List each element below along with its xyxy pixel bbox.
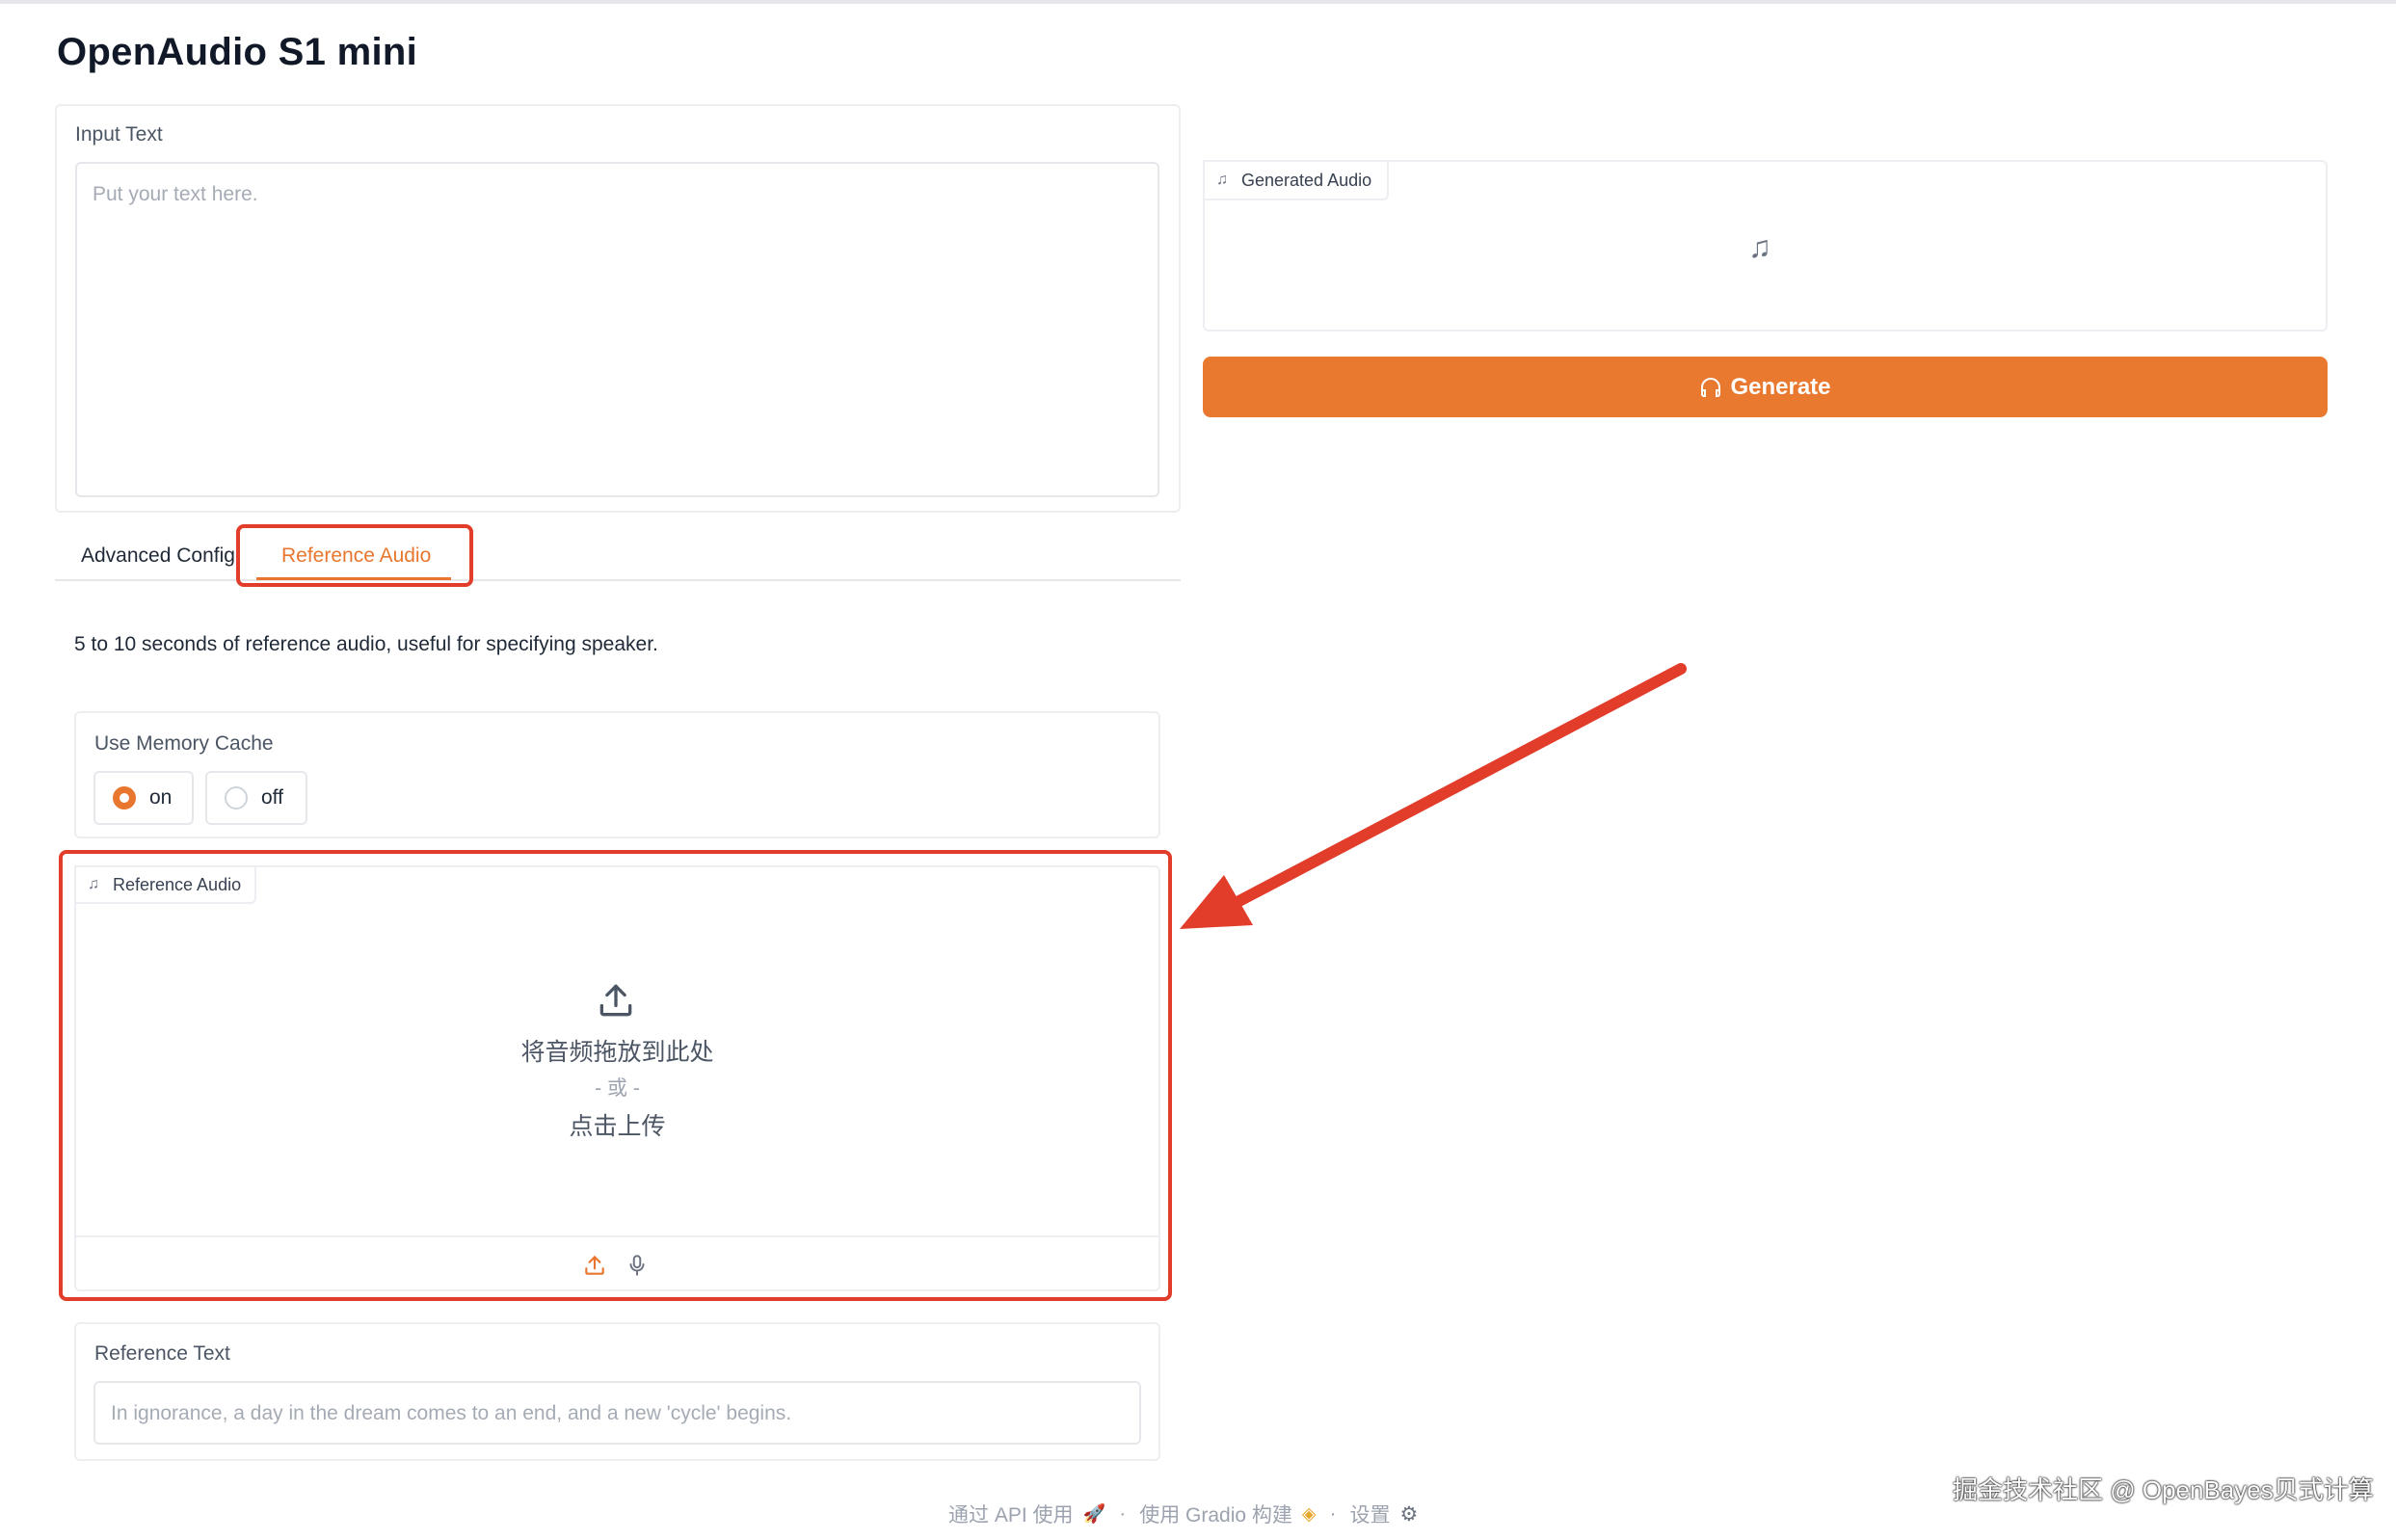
- generate-button[interactable]: Generate: [1203, 357, 2328, 417]
- gradio-logo-icon: ◈: [1301, 1503, 1317, 1525]
- generate-button-label: Generate: [1730, 373, 1831, 400]
- footer-separator: ·: [1119, 1502, 1127, 1525]
- music-note-icon: ♫: [1748, 229, 1771, 264]
- radio-on-label: on: [149, 786, 173, 809]
- memory-cache-label: Use Memory Cache: [94, 732, 274, 755]
- reference-text-placeholder: In ignorance, a day in the dream comes t…: [111, 1402, 792, 1424]
- tab-bar-divider: [55, 579, 1181, 581]
- input-text-placeholder: Put your text here.: [93, 183, 258, 205]
- footer-settings-link[interactable]: 设置: [1350, 1500, 1391, 1528]
- memory-cache-on-option[interactable]: on: [93, 771, 194, 825]
- tab-advanced-config[interactable]: Advanced Config: [81, 544, 235, 568]
- radio-off-label: off: [261, 786, 283, 809]
- tab-highlight-annotation: [236, 524, 473, 587]
- reference-text-label: Reference Text: [94, 1342, 230, 1365]
- annotation-arrow: [1180, 663, 1687, 929]
- footer-separator: ·: [1329, 1502, 1337, 1525]
- generated-audio-label: Generated Audio: [1241, 170, 1372, 190]
- reference-audio-highlight-annotation: [59, 850, 1172, 1301]
- page-title: OpenAudio S1 mini: [57, 31, 418, 73]
- footer-api-link[interactable]: 通过 API 使用: [948, 1500, 1074, 1528]
- input-text-label: Input Text: [75, 123, 163, 146]
- reference-description: 5 to 10 seconds of reference audio, usef…: [74, 633, 658, 655]
- generated-audio-label-chip: ♫ Generated Audio: [1203, 160, 1389, 200]
- memory-cache-off-option[interactable]: off: [205, 771, 307, 825]
- gear-icon: ⚙: [1399, 1502, 1419, 1526]
- reference-text-input[interactable]: In ignorance, a day in the dream comes t…: [93, 1381, 1141, 1445]
- music-note-icon: ♫: [1216, 172, 1228, 188]
- watermark: 掘金技术社区 @ OpenBayes贝式计算: [1953, 1475, 2374, 1504]
- rocket-icon: 🚀: [1082, 1504, 1106, 1525]
- radio-off-indicator: [225, 786, 248, 810]
- input-text-area[interactable]: Put your text here.: [75, 162, 1159, 497]
- footer: 通过 API 使用 🚀 · 使用 Gradio 构建 ◈ · 设置 ⚙: [948, 1500, 1418, 1528]
- radio-on-indicator: [113, 786, 136, 810]
- top-divider: [0, 0, 2396, 4]
- footer-gradio-link[interactable]: 使用 Gradio 构建: [1139, 1500, 1292, 1528]
- headphones-icon: [1701, 377, 1721, 397]
